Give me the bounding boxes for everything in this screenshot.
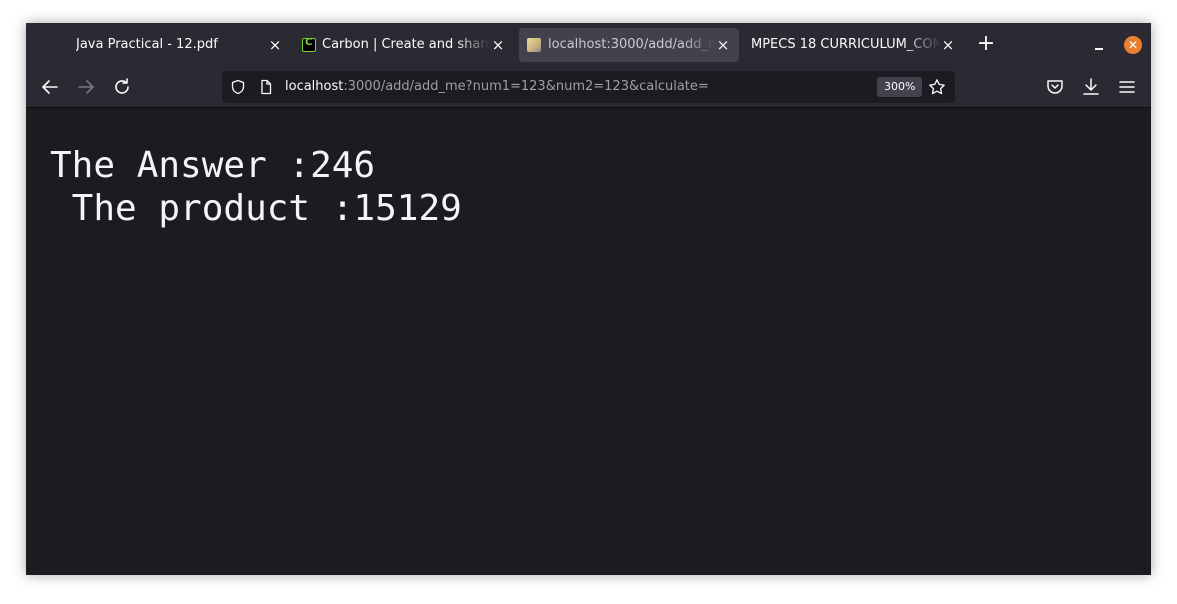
tab-mpecs-curriculum[interactable]: MPECS 18 CURRICULUM_COMPUTER ×: [746, 28, 962, 62]
window-close-icon[interactable]: ✕: [1124, 36, 1142, 54]
new-tab-icon[interactable]: +: [976, 31, 996, 59]
tab-title: Carbon | Create and share beautiful imag…: [322, 37, 490, 52]
answer-text: The Answer :246: [50, 145, 376, 186]
close-tab-icon[interactable]: ×: [716, 37, 730, 53]
url-host: localhost: [285, 79, 344, 94]
bookmark-star-icon[interactable]: [928, 78, 946, 100]
tab-java-practical[interactable]: Java Practical - 12.pdf ×: [28, 28, 294, 62]
tab-title: Java Practical - 12.pdf: [76, 37, 218, 52]
navigation-toolbar: localhost:3000/add/add_me?num1=123&num2=…: [26, 67, 1151, 108]
close-tab-icon[interactable]: ×: [941, 37, 955, 53]
tab-title: MPECS 18 CURRICULUM_COMPUTER: [751, 37, 941, 52]
url-path: :3000/add/add_me?num1=123&num2=123&calcu…: [343, 79, 709, 94]
page-content: The Answer :246 The product :15129: [26, 108, 1151, 575]
reload-icon[interactable]: [110, 75, 134, 99]
close-tab-icon[interactable]: ×: [268, 37, 282, 53]
minimize-icon[interactable]: [1090, 37, 1108, 55]
tracking-shield-icon[interactable]: [230, 79, 246, 99]
browser-window: Java Practical - 12.pdf × Carbon | Creat…: [26, 23, 1151, 575]
forward-arrow-icon[interactable]: [74, 75, 98, 99]
url-text[interactable]: localhost:3000/add/add_me?num1=123&num2=…: [285, 79, 709, 94]
carbon-favicon-icon: [302, 37, 316, 52]
downloads-icon[interactable]: [1079, 75, 1103, 99]
back-arrow-icon[interactable]: [38, 75, 62, 99]
url-bar[interactable]: localhost:3000/add/add_me?num1=123&num2=…: [222, 71, 955, 103]
menu-hamburger-icon[interactable]: [1115, 75, 1139, 99]
pocket-icon[interactable]: [1043, 75, 1067, 99]
tab-bar: Java Practical - 12.pdf × Carbon | Creat…: [26, 23, 1151, 67]
page-info-icon[interactable]: [258, 79, 274, 99]
tab-carbon[interactable]: Carbon | Create and share beautiful imag…: [296, 28, 512, 62]
close-tab-icon[interactable]: ×: [491, 37, 505, 53]
tab-localhost[interactable]: localhost:3000/add/add_me?num1=123&num2=…: [519, 28, 739, 62]
tab-title: localhost:3000/add/add_me?num1=123&num2=…: [548, 37, 716, 52]
zoom-level-badge[interactable]: 300%: [877, 77, 923, 97]
product-text: The product :15129: [50, 188, 462, 229]
localhost-favicon-icon: [527, 38, 541, 52]
